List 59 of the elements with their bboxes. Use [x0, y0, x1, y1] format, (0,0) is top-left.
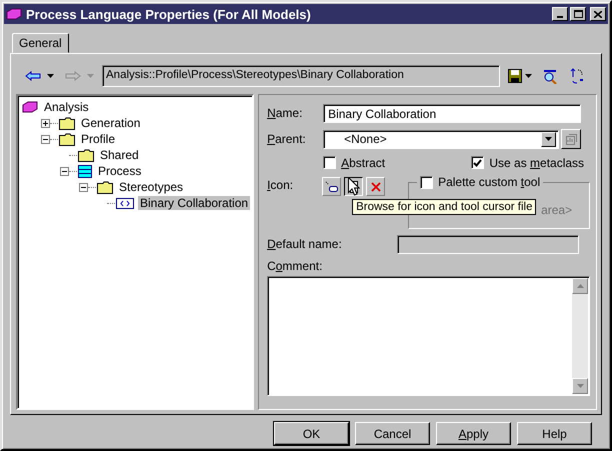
check-icon: [473, 158, 482, 166]
metaclass-checkbox[interactable]: Use as metaclass: [471, 155, 584, 170]
field-label: Name:: [267, 106, 304, 120]
abstract-checkbox[interactable]: Abstract: [323, 155, 386, 170]
stereotype-icon: [116, 198, 134, 208]
arrows-icon[interactable]: [568, 68, 584, 84]
field-label: Icon:: [267, 178, 294, 192]
tree-item[interactable]: Analysis: [42, 100, 91, 114]
caret-icon[interactable]: [525, 74, 532, 78]
field-label: Parent:: [267, 132, 307, 146]
dialog-button[interactable]: Cancel: [355, 422, 430, 445]
scroll-down-icon: [576, 384, 584, 388]
field-label: Default name:: [267, 237, 343, 251]
expand-toggle-icon[interactable]: [41, 134, 50, 144]
tree-item[interactable]: Stereotypes: [117, 180, 186, 194]
expand-toggle-icon[interactable]: [41, 118, 50, 128]
window-title: Process Language Properties (For All Models): [26, 6, 312, 22]
close-button[interactable]: [590, 7, 606, 21]
properties-button[interactable]: [561, 129, 582, 149]
tooltip: Browse for icon and tool cursor file: [352, 199, 536, 215]
path-field: Analysis::Profile\Process\Stereotypes\Binary Collaboration: [102, 65, 500, 87]
tree-item[interactable]: Shared: [98, 148, 141, 162]
delete-button[interactable]: [366, 177, 386, 196]
package-icon: [6, 8, 22, 20]
parent-dropdown[interactable]: <None>: [323, 130, 560, 148]
folder-icon: [59, 132, 75, 146]
list-icon: [78, 164, 92, 178]
field-label: Comment:: [267, 259, 324, 273]
dialog-button[interactable]: OK: [274, 422, 349, 445]
tree-item[interactable]: Generation: [79, 116, 142, 130]
minimize-button[interactable]: [552, 7, 568, 21]
save-icon[interactable]: [508, 69, 522, 83]
scroll-up-icon: [576, 284, 584, 288]
preview-text: area>: [541, 203, 572, 217]
close-icon: [594, 10, 602, 18]
dialog-button[interactable]: Help: [517, 422, 592, 445]
tab[interactable]: General: [12, 33, 69, 53]
tool-icon-button[interactable]: [322, 177, 342, 196]
folder-icon: [59, 116, 75, 130]
tree-item[interactable]: Binary Collaboration: [138, 196, 250, 210]
dialog-button[interactable]: Apply: [436, 422, 511, 445]
expand-toggle-icon[interactable]: [79, 182, 88, 192]
folder-icon: [78, 148, 94, 162]
cursor-icon: [348, 177, 360, 196]
properties-icon: [566, 134, 577, 144]
palette-checkbox[interactable]: Palette custom tool: [417, 175, 544, 189]
delete-icon: [370, 182, 381, 192]
maximize-button[interactable]: [570, 7, 586, 21]
scrollbar[interactable]: [572, 278, 588, 394]
tree-item[interactable]: Process: [96, 164, 144, 178]
folder-icon: [97, 180, 113, 194]
caret-icon[interactable]: [47, 74, 54, 78]
comment-field[interactable]: [267, 276, 590, 396]
tree-item[interactable]: Profile: [79, 132, 118, 146]
expand-toggle-icon[interactable]: [60, 166, 69, 176]
tool-icon: [324, 180, 339, 192]
name-field[interactable]: Binary Collaboration: [323, 104, 582, 122]
magnifier-icon[interactable]: [542, 68, 558, 84]
package-icon: [22, 101, 38, 113]
